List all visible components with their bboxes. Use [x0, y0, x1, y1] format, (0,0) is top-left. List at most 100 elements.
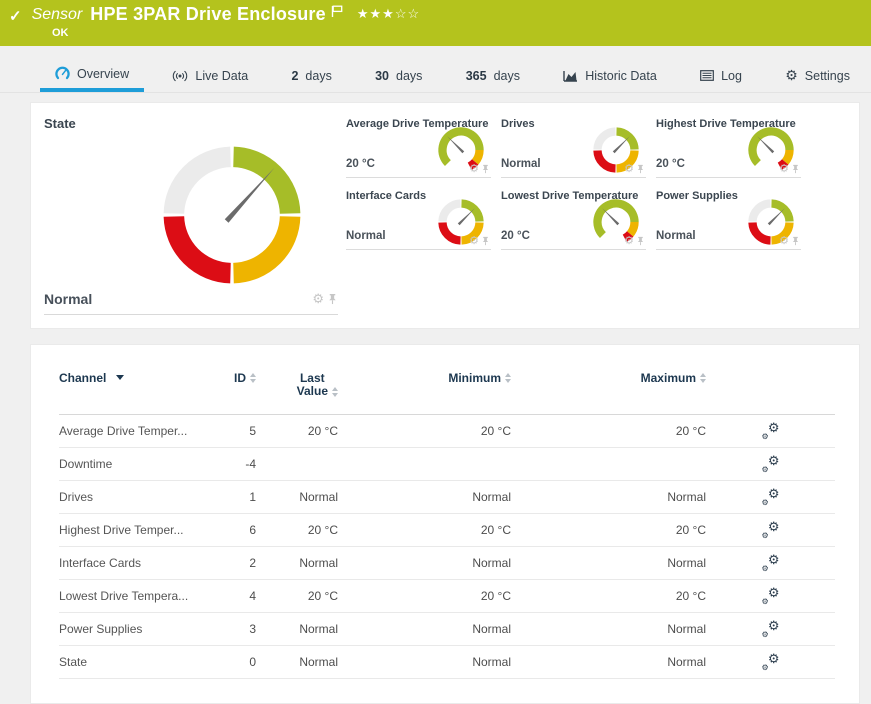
table-row: Lowest Drive Tempera... 4 20 °C 20 °C 20… — [59, 580, 835, 613]
cell-id: 2 — [209, 547, 256, 580]
gear-icon[interactable]: ⚙ — [624, 234, 634, 247]
cell-last-value: Normal — [256, 547, 338, 580]
column-label: ID — [234, 371, 246, 385]
sensor-title: HPE 3PAR Drive Enclosure — [90, 4, 326, 25]
gauge-arc-error — [174, 217, 231, 274]
channel-tile-icons: ⚙ — [779, 162, 800, 175]
gear-icon[interactable]: ⚙ — [624, 162, 634, 175]
pin-icon[interactable] — [327, 293, 338, 305]
channel-tile-power-supplies[interactable]: Power Supplies Normal ⚙ — [656, 188, 801, 250]
pin-icon[interactable] — [481, 236, 490, 246]
gear-icon[interactable]: ⚙ — [779, 234, 789, 247]
gear-icon[interactable]: ⚙ — [779, 162, 789, 175]
state-gauge — [152, 139, 312, 291]
cell-last-value: 20 °C — [256, 514, 338, 547]
gauge-arc-none — [174, 157, 231, 214]
cell-minimum — [338, 448, 511, 481]
tab-label-number: 2 — [291, 69, 298, 83]
cell-minimum: 20 °C — [338, 415, 511, 448]
gauge-needle — [447, 136, 464, 153]
gear-icon[interactable]: ⚙ — [312, 291, 324, 307]
column-header-maximum[interactable]: Maximum — [511, 371, 706, 415]
pin-icon[interactable] — [791, 236, 800, 246]
table-row: Downtime -4 ⚙⚙ — [59, 448, 835, 481]
channel-value: 20 °C — [501, 230, 530, 242]
channel-settings-icon[interactable]: ⚙⚙ — [762, 488, 780, 504]
column-header-minimum[interactable]: Minimum — [338, 371, 511, 415]
cell-id: 3 — [209, 613, 256, 646]
gauge-needle — [613, 136, 630, 153]
state-channel-value: Normal — [44, 291, 92, 307]
tab-365-days[interactable]: 365 days — [451, 59, 535, 92]
cell-maximum: Normal — [511, 481, 706, 514]
cell-maximum: Normal — [511, 613, 706, 646]
column-header-channel[interactable]: Channel — [59, 371, 209, 415]
priority-stars[interactable]: ★★★☆☆ — [357, 6, 420, 22]
channel-settings-icon[interactable]: ⚙⚙ — [762, 620, 780, 636]
channel-value: 20 °C — [346, 158, 375, 170]
tab-settings[interactable]: ⚙ Settings — [770, 59, 865, 92]
column-header-last-value[interactable]: LastValue — [256, 371, 338, 415]
column-label: Last — [300, 371, 325, 385]
sort-icon — [332, 387, 338, 397]
object-kind-label: Sensor — [32, 6, 83, 24]
pin-icon[interactable] — [636, 236, 645, 246]
state-footer-icons: ⚙ — [312, 291, 338, 307]
gauge-arc-warning — [475, 150, 479, 162]
sort-icon — [250, 373, 256, 383]
pin-icon[interactable] — [636, 164, 645, 174]
table-row: Power Supplies 3 Normal Normal Normal ⚙⚙ — [59, 613, 835, 646]
cell-channel: Average Drive Temper... — [59, 415, 209, 448]
channel-title: Interface Cards — [346, 188, 491, 202]
channel-tile-highest-drive-temperature[interactable]: Highest Drive Temperature 20 °C ⚙ — [656, 116, 801, 178]
channel-tile-icons: ⚙ — [779, 234, 800, 247]
channel-tile-lowest-drive-temperature[interactable]: Lowest Drive Temperature 20 °C ⚙ — [501, 188, 646, 250]
cell-minimum: 20 °C — [338, 514, 511, 547]
pin-icon[interactable] — [481, 164, 490, 174]
tab-overview[interactable]: Overview — [40, 59, 144, 92]
cell-maximum: 20 °C — [511, 580, 706, 613]
cell-channel: Lowest Drive Tempera... — [59, 580, 209, 613]
channel-tile-interface-cards[interactable]: Interface Cards Normal ⚙ — [346, 188, 491, 250]
gear-icon[interactable]: ⚙ — [469, 162, 479, 175]
pin-icon[interactable] — [791, 164, 800, 174]
channel-settings-icon[interactable]: ⚙⚙ — [762, 587, 780, 603]
sort-icon — [700, 373, 706, 383]
gauge-needle — [768, 208, 785, 225]
cell-maximum: 20 °C — [511, 415, 706, 448]
status-check-icon: ✓ — [9, 7, 22, 25]
column-header-id[interactable]: ID — [209, 371, 256, 415]
channel-value: Normal — [501, 158, 541, 170]
tab-label: Live Data — [195, 69, 248, 83]
channel-tile-average-drive-temperature[interactable]: Average Drive Temperature 20 °C ⚙ — [346, 116, 491, 178]
overview-gauges-panel: State Normal ⚙ Average Drive Temperature — [30, 102, 860, 329]
channel-settings-icon[interactable]: ⚙⚙ — [762, 653, 780, 669]
table-row: Drives 1 Normal Normal Normal ⚙⚙ — [59, 481, 835, 514]
stars-empty: ☆☆ — [395, 6, 420, 21]
tab-live-data[interactable]: Live Data — [157, 59, 263, 92]
state-channel-tile[interactable]: State Normal ⚙ — [44, 116, 338, 315]
cell-minimum: 20 °C — [338, 580, 511, 613]
channel-tile-drives[interactable]: Drives Normal ⚙ — [501, 116, 646, 178]
cell-last-value: 20 °C — [256, 415, 338, 448]
tab-label-number: 365 — [466, 69, 487, 83]
tab-label-unit: days — [494, 69, 520, 83]
channel-settings-icon[interactable]: ⚙⚙ — [762, 455, 780, 471]
gear-icon[interactable]: ⚙ — [469, 234, 479, 247]
tab-historic-data[interactable]: Historic Data — [548, 59, 672, 92]
column-label: Value — [297, 384, 328, 398]
cell-id: 1 — [209, 481, 256, 514]
column-label: Maximum — [641, 371, 696, 385]
tab-30-days[interactable]: 30 days — [360, 59, 437, 92]
tab-log[interactable]: Log — [685, 59, 757, 92]
channel-tile-icons: ⚙ — [469, 162, 490, 175]
channel-settings-icon[interactable]: ⚙⚙ — [762, 422, 780, 438]
cell-id: 5 — [209, 415, 256, 448]
column-label: Channel — [59, 371, 106, 385]
channel-settings-icon[interactable]: ⚙⚙ — [762, 521, 780, 537]
channel-settings-icon[interactable]: ⚙⚙ — [762, 554, 780, 570]
tab-2-days[interactable]: 2 days — [276, 59, 346, 92]
flag-icon[interactable] — [331, 5, 343, 23]
cell-id: 4 — [209, 580, 256, 613]
tab-label-number: 30 — [375, 69, 389, 83]
